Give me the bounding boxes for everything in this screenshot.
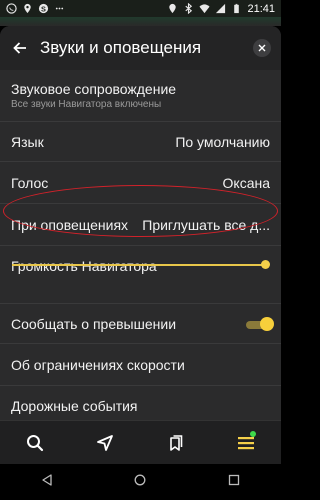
- settings-row-sound[interactable]: Звуковое сопровождение Все звуки Навигат…: [0, 70, 281, 122]
- header: Звуки и оповещения: [0, 26, 281, 70]
- speed-limits-label: Об ограничениях скорости: [11, 356, 185, 373]
- settings-row-speeding[interactable]: Сообщать о превышении: [0, 304, 281, 344]
- arrow-left-icon: [13, 42, 26, 54]
- back-button[interactable]: [10, 38, 30, 58]
- settings-row-voice[interactable]: Голос Оксана: [0, 162, 281, 204]
- map-background: [0, 17, 281, 26]
- tab-bookmarks[interactable]: [156, 425, 196, 461]
- sound-subtitle: Все звуки Навигатора включены: [11, 99, 162, 110]
- page-title: Звуки и оповещения: [40, 38, 202, 57]
- language-label: Язык: [11, 133, 44, 150]
- back-triangle-icon: [42, 474, 52, 486]
- language-value: По умолчанию: [175, 133, 270, 150]
- settings-row-notifications[interactable]: При оповещениях Приглушать все д...: [0, 204, 281, 246]
- signal-icon: [216, 3, 226, 14]
- notifications-label: При оповещениях: [11, 216, 129, 233]
- bluetooth-icon: [185, 3, 193, 14]
- volume-label: Громкость Навигатора: [11, 258, 157, 274]
- location-pin-icon: [24, 3, 31, 14]
- home-circle-icon: [135, 474, 146, 486]
- whatsapp-icon: [6, 3, 17, 14]
- toggle-knob: [260, 316, 274, 331]
- skype-icon: S: [38, 3, 49, 13]
- settings-row-language[interactable]: Язык По умолчанию: [0, 122, 281, 162]
- notification-dot: [249, 430, 256, 437]
- status-bar: S 21:41: [0, 0, 281, 17]
- bookmarks-icon: [169, 434, 182, 451]
- location-icon: [169, 3, 177, 14]
- close-button[interactable]: [253, 39, 271, 57]
- volume-slider-knob[interactable]: [260, 260, 270, 269]
- tab-menu[interactable]: [226, 425, 266, 461]
- sound-label: Звуковое сопровождение: [11, 81, 177, 97]
- speeding-label: Сообщать о превышении: [11, 315, 177, 332]
- navigation-arrow-icon: [97, 434, 114, 451]
- system-nav-bar: [0, 464, 281, 500]
- system-recents-button[interactable]: [228, 473, 240, 491]
- settings-row-speed-limits[interactable]: Об ограничениях скорости: [0, 344, 281, 386]
- road-events-label: Дорожные события: [11, 398, 138, 414]
- bottom-tab-bar: [0, 420, 281, 464]
- search-icon: [27, 434, 44, 451]
- recents-square-icon: [228, 474, 240, 486]
- system-home-button[interactable]: [134, 473, 146, 491]
- speeding-toggle[interactable]: [246, 316, 274, 331]
- menu-icon: [237, 436, 254, 449]
- system-back-button[interactable]: [41, 473, 53, 491]
- settings-sheet: Звуки и оповещения Звуковое сопровождени…: [0, 26, 281, 458]
- close-icon: [258, 44, 266, 52]
- voice-value: Оксана: [222, 174, 270, 191]
- dots-icon: [55, 7, 64, 10]
- notifications-value: Приглушать все д...: [142, 216, 270, 233]
- status-bar-left: S: [6, 3, 65, 14]
- tab-navigation[interactable]: [85, 425, 125, 461]
- volume-slider-track[interactable]: [12, 264, 265, 266]
- settings-row-volume: Громкость Навигатора: [0, 246, 281, 304]
- status-bar-right: 21:41: [167, 3, 275, 15]
- wifi-icon: [199, 4, 211, 14]
- battery-icon: [234, 3, 240, 14]
- voice-label: Голос: [11, 174, 49, 191]
- svg-text:S: S: [41, 4, 46, 13]
- status-time: 21:41: [247, 2, 275, 15]
- tab-search[interactable]: [15, 425, 55, 461]
